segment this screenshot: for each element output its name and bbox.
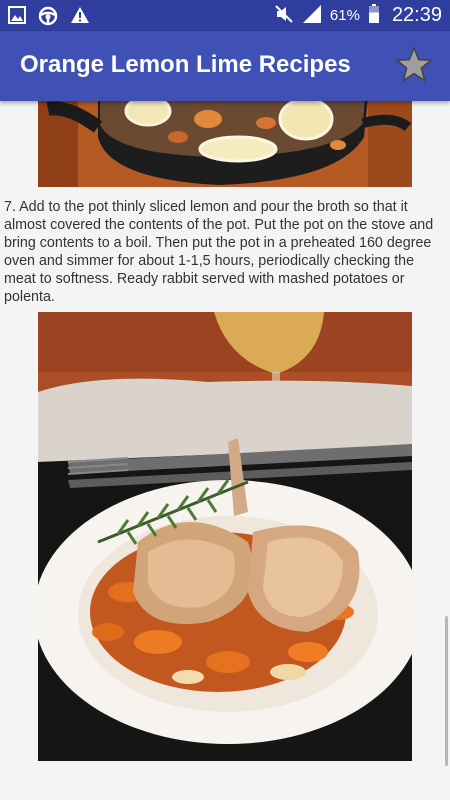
recipe-step-7: 7. Add to the pot thinly sliced lemon an… <box>4 199 434 305</box>
status-icons: 61% 22:39 <box>274 0 442 31</box>
clock: 22:39 <box>391 4 442 26</box>
signal-icon <box>302 4 322 28</box>
status-bar: 61% 22:39 <box>0 0 450 31</box>
recipe-photo-pot <box>38 101 412 187</box>
gallery-icon <box>8 6 26 30</box>
notification-icons <box>8 6 90 30</box>
favorite-button[interactable] <box>394 45 434 85</box>
app-title: Orange Lemon Lime Recipes <box>20 51 351 78</box>
recipe-content[interactable]: 7. Add to the pot thinly sliced lemon an… <box>0 101 450 800</box>
battery-level: 61% <box>329 7 360 24</box>
star-icon <box>395 46 433 83</box>
recipe-photo-dish <box>38 312 412 761</box>
warning-icon <box>70 6 90 30</box>
battery-icon <box>368 3 380 28</box>
scrollbar[interactable] <box>445 616 448 766</box>
mute-icon <box>274 4 294 28</box>
app-bar: Orange Lemon Lime Recipes <box>0 31 450 101</box>
steering-wheel-icon <box>38 6 58 30</box>
